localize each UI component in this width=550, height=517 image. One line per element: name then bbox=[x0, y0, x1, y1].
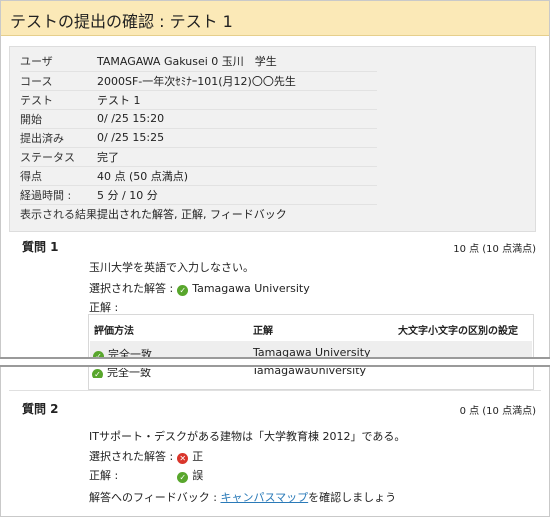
attempt-summary-panel: ユーザ TAMAGAWA Gakusei 0 玉川 学生 コース 2000SF-… bbox=[9, 46, 536, 232]
summary-row: コース 2000SF-一年次ｾﾐﾅｰ101(月12)〇〇先生 bbox=[20, 71, 377, 91]
selected-answer-value: 正 bbox=[192, 450, 204, 463]
col-correct-answer: 正解 bbox=[253, 326, 273, 337]
selected-answer-label: 選択された解答 : bbox=[89, 282, 174, 295]
summary-row: ユーザ TAMAGAWA Gakusei 0 玉川 学生 bbox=[20, 52, 377, 72]
summary-value: 2000SF-一年次ｾﾐﾅｰ101(月12)〇〇先生 bbox=[97, 71, 377, 91]
evaluation-row-partial: ✓ 完全一致 TamagawaUniversity bbox=[0, 368, 550, 378]
question-2-correct-answer: 正解 : ✓ 誤 bbox=[89, 467, 203, 483]
col-case-sensitivity: 大文字小文字の区別の設定 bbox=[398, 326, 518, 337]
feedback-suffix: を確認しましょう bbox=[308, 491, 397, 504]
evaluation-method-cell: ✓ 完全一致 bbox=[88, 368, 151, 378]
question-2-heading: 質問 2 bbox=[22, 402, 59, 416]
summary-row: 得点 40 点 (50 点満点) bbox=[20, 166, 377, 186]
question-2-selected-answer: 選択された解答 : ✕ 正 bbox=[89, 448, 203, 464]
summary-label: 開始 bbox=[20, 109, 97, 129]
summary-row: 経過時間 : 5 分 / 10 分 bbox=[20, 185, 377, 205]
cut-separator bbox=[0, 357, 550, 367]
correct-check-icon: ✓ bbox=[177, 285, 189, 296]
summary-value: 完了 bbox=[97, 147, 377, 167]
question-2-text: ITサポート・デスクがある建物は「大学教育棟 2012」である。 bbox=[89, 430, 406, 443]
question-divider bbox=[9, 390, 541, 391]
correct-answer-value: 誤 bbox=[192, 469, 204, 482]
selected-answer-value: Tamagawa University bbox=[192, 282, 310, 295]
question-2-feedback: 解答へのフィードバック : キャンパスマップを確認しましょう bbox=[89, 489, 396, 505]
summary-value: 0/ /25 15:25 bbox=[97, 128, 377, 148]
page-title: テストの提出の確認 : テスト 1 bbox=[10, 12, 233, 31]
selected-answer-label: 選択された解答 : bbox=[89, 450, 174, 463]
summary-label: 表示される結果 bbox=[20, 207, 97, 221]
summary-label: 提出済み bbox=[20, 128, 97, 148]
summary-label: 得点 bbox=[20, 166, 97, 186]
summary-value: 5 分 / 10 分 bbox=[97, 185, 377, 205]
col-evaluation-method: 評価方法 bbox=[94, 326, 134, 337]
summary-label: テスト bbox=[20, 90, 97, 110]
summary-row: 表示される結果 提出された解答, 正解, フィードバック bbox=[20, 204, 377, 223]
correct-answer-label: 正解 : bbox=[89, 469, 119, 482]
evaluation-method-text: 完全一致 bbox=[107, 368, 151, 378]
summary-value: TAMAGAWA Gakusei 0 玉川 学生 bbox=[97, 52, 377, 72]
correct-check-icon: ✓ bbox=[92, 369, 103, 378]
question-2-points: 0 点 (10 点満点) bbox=[459, 406, 536, 417]
question-1-text: 玉川大学を英語で入力しなさい。 bbox=[89, 261, 254, 274]
summary-label: ユーザ bbox=[20, 52, 97, 72]
question-1-points: 10 点 (10 点満点) bbox=[453, 244, 536, 255]
summary-value: 0/ /25 15:20 bbox=[97, 109, 377, 129]
summary-row: ステータス 完了 bbox=[20, 147, 377, 167]
correct-check-icon: ✓ bbox=[177, 472, 189, 483]
title-bar: テストの提出の確認 : テスト 1 bbox=[1, 1, 549, 36]
question-1-selected-answer: 選択された解答 : ✓ Tamagawa University bbox=[89, 280, 310, 296]
summary-row: テスト テスト 1 bbox=[20, 90, 377, 110]
summary-row: 提出済み 0/ /25 15:25 bbox=[20, 128, 377, 148]
summary-label: 経過時間 : bbox=[20, 185, 97, 205]
summary-value: 40 点 (50 点満点) bbox=[97, 166, 377, 186]
question-1-correct-label: 正解 : bbox=[89, 301, 119, 314]
summary-table: ユーザ TAMAGAWA Gakusei 0 玉川 学生 コース 2000SF-… bbox=[20, 52, 377, 223]
answer-evaluation-table: 評価方法 正解 大文字小文字の区別の設定 ✓完全一致 Tamagawa Univ… bbox=[88, 314, 534, 390]
campus-map-link[interactable]: キャンパスマップ bbox=[220, 491, 308, 504]
summary-row: 開始 0/ /25 15:20 bbox=[20, 109, 377, 129]
summary-value: 提出された解答, 正解, フィードバック bbox=[97, 207, 287, 221]
evaluation-answer-cell: TamagawaUniversity bbox=[252, 368, 367, 377]
question-1-heading: 質問 1 bbox=[22, 240, 59, 254]
summary-value: テスト 1 bbox=[97, 90, 377, 110]
summary-label: コース bbox=[20, 71, 97, 91]
incorrect-x-icon: ✕ bbox=[177, 453, 189, 464]
feedback-label: 解答へのフィードバック : bbox=[89, 491, 217, 504]
summary-label: ステータス bbox=[20, 147, 97, 167]
